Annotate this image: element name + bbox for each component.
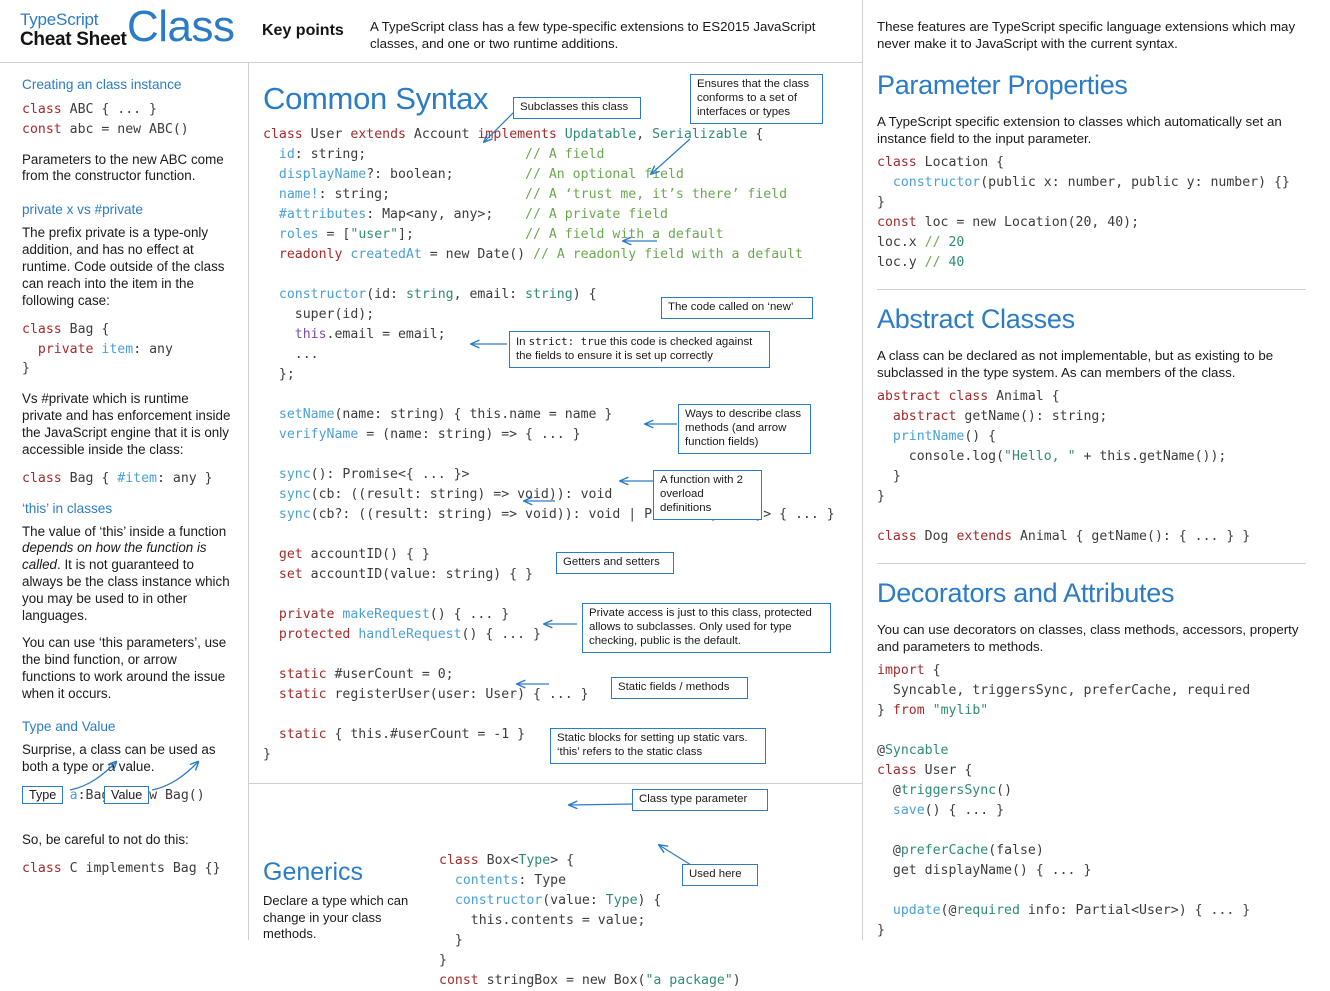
keypoints-label: Key points xyxy=(262,22,344,40)
sidebar-text-be-careful: So, be careful to not do this: xyxy=(22,832,237,849)
code-parameter-properties: class Location { constructor(public x: n… xyxy=(877,153,1306,273)
callout-overload-definitions: A function with 2 overload definitions xyxy=(653,470,762,520)
sidebar-text-constructor-params: Parameters to the new ABC come from the … xyxy=(22,152,232,186)
strict-code: strict: true xyxy=(529,335,607,348)
common-syntax-title: Common Syntax xyxy=(263,81,488,117)
main-column: Common Syntax class User extends Account… xyxy=(249,63,862,940)
sidebar-code-class-c: class C implements Bag {} xyxy=(22,859,237,879)
keypoints-text: A TypeScript class has a few type-specif… xyxy=(370,18,840,52)
callout-static-blocks: Static blocks for setting up static vars… xyxy=(550,728,766,764)
callout-code-called-on-new: The code called on ‘new’ xyxy=(661,297,813,319)
callout-describe-class-methods: Ways to describe class methods (and arro… xyxy=(678,404,811,454)
heading-abstract-classes: Abstract Classes xyxy=(877,304,1306,335)
brand-typescript: TypeScript xyxy=(20,10,127,29)
callout-static-fields-methods: Static fields / methods xyxy=(611,677,748,699)
callout-subclasses-this-class: Subclasses this class xyxy=(513,97,641,119)
page-title: Class xyxy=(127,4,235,50)
divider-after-parameter-properties xyxy=(877,289,1306,290)
callout-strict-true-check: In strict: true this code is checked aga… xyxy=(509,331,770,368)
divider-after-abstract-classes xyxy=(877,563,1306,564)
brand-cheatsheet: Cheat Sheet xyxy=(20,29,127,50)
text-decorators-attributes: You can use decorators on classes, class… xyxy=(877,621,1306,655)
sidebar-text-hash-private: Vs #private which is runtime private and… xyxy=(22,391,232,459)
right-column: These features are TypeScript specific l… xyxy=(863,0,1330,940)
strict-pre: In xyxy=(516,336,529,348)
heading-parameter-properties: Parameter Properties xyxy=(877,70,1306,101)
sidebar-text-type-or-value: Surprise, a class can be used as both a … xyxy=(22,742,232,776)
code-abstract-classes: abstract class Animal { abstract getName… xyxy=(877,387,1306,547)
text-abstract-classes: A class can be declared as not implement… xyxy=(877,347,1306,381)
annotation-box-type: Type xyxy=(22,786,63,804)
callout-class-type-parameter: Class type parameter xyxy=(632,789,768,811)
generics-title: Generics xyxy=(263,858,363,887)
sidebar: Creating an class instance class ABC { .… xyxy=(0,63,248,940)
sidebar-text-this-value: The value of ‘this’ inside a function de… xyxy=(22,524,232,625)
generics-description: Declare a type which can change in your … xyxy=(263,893,423,943)
text-parameter-properties: A TypeScript specific extension to class… xyxy=(877,113,1306,147)
heading-decorators-attributes: Decorators and Attributes xyxy=(877,578,1306,609)
annotation-box-value: Value xyxy=(104,786,149,804)
sidebar-text-this-workarounds: You can use ‘this parameters’, use the b… xyxy=(22,635,232,703)
callout-ensures-conformance: Ensures that the class conforms to a set… xyxy=(690,74,823,124)
header: TypeScript Cheat Sheet Class Key points … xyxy=(0,0,862,62)
brand-logo: TypeScript Cheat Sheet xyxy=(20,10,127,50)
sidebar-heading-this-in-classes: ‘this’ in classes xyxy=(22,501,232,518)
spacer xyxy=(22,712,232,719)
spacer xyxy=(22,195,232,202)
sidebar-heading-creating-instance: Creating an class instance xyxy=(22,77,232,94)
sidebar-text-private-prefix: The prefix private is a type-only additi… xyxy=(22,225,232,309)
sidebar-heading-private-vs-hash: private x vs #private xyxy=(22,202,232,219)
this-value-part1: The value of ‘this’ inside a function xyxy=(22,524,226,539)
callout-private-protected-access: Private access is just to this class, pr… xyxy=(582,603,831,653)
sidebar-heading-type-and-value: Type and Value xyxy=(22,719,232,736)
cheatsheet-page: TypeScript Cheat Sheet Class Key points … xyxy=(0,0,1330,940)
sidebar-code-create-instance: class ABC { ... } const abc = new ABC() xyxy=(22,100,232,140)
sidebar-code-bag-hash: class Bag { #item: any } xyxy=(22,469,232,489)
callout-used-here: Used here xyxy=(682,864,758,886)
callout-getters-and-setters: Getters and setters xyxy=(556,552,674,574)
sidebar-code-bag-private: class Bag { private item: any } xyxy=(22,320,232,379)
code-decorators-attributes: import { Syncable, triggersSync, preferC… xyxy=(877,661,1306,941)
right-intro-text: These features are TypeScript specific l… xyxy=(877,18,1306,52)
sidebar-careful-block: So, be careful to not do this: class C i… xyxy=(22,832,237,891)
